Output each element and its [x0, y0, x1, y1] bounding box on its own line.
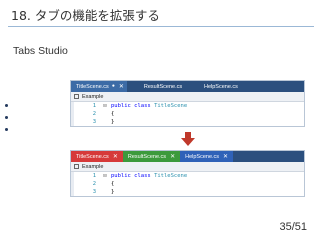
tab-label: HelpScene.cs: [204, 83, 238, 90]
tab-result-scene[interactable]: ResultScene.cs: [127, 81, 199, 92]
code-line[interactable]: 3 }: [71, 118, 304, 126]
nav-label: Example: [82, 163, 104, 170]
line-number: 3: [92, 189, 96, 195]
tab-bar: TitleScene.cs ✕ ResultScene.cs ✕ HelpSce…: [71, 151, 304, 162]
line-number: 3: [92, 119, 96, 125]
tab-label: ResultScene.cs: [127, 153, 167, 160]
tab-bar: TitleScene.cs ● ✕ ResultScene.cs HelpSce…: [71, 81, 304, 92]
code-text: }: [111, 189, 115, 195]
code-editor[interactable]: 1 ⊟ public class TitleScene 2 { 3 }: [71, 102, 304, 126]
before-editor-screenshot: TitleScene.cs ● ✕ ResultScene.cs HelpSce…: [70, 80, 305, 127]
code-line[interactable]: 2 {: [71, 180, 304, 188]
line-number: 1: [92, 173, 96, 179]
keyword: public class: [111, 103, 151, 109]
type-name: TitleScene: [154, 103, 188, 109]
type-name: TitleScene: [154, 173, 188, 179]
collapse-icon[interactable]: ⊟: [99, 103, 111, 109]
tab-help-scene[interactable]: HelpScene.cs ✕: [180, 151, 234, 162]
code-line[interactable]: 3 }: [71, 188, 304, 196]
class-icon: [74, 94, 79, 99]
collapse-icon[interactable]: ⊟: [99, 173, 111, 179]
tab-help-scene[interactable]: HelpScene.cs: [199, 81, 259, 92]
class-icon: [74, 164, 79, 169]
editor-margin: [71, 102, 74, 126]
bullet-dot: [5, 104, 8, 107]
line-number: 1: [92, 103, 96, 109]
code-editor[interactable]: 1 ⊟ public class TitleScene 2 { 3 }: [71, 172, 304, 196]
tab-label: HelpScene.cs: [185, 153, 220, 160]
slide-title: 18. タブの機能を拡張する: [11, 8, 160, 23]
close-icon[interactable]: ✕: [119, 84, 124, 90]
tab-label: TitleScene.cs: [76, 83, 109, 90]
nav-label: Example: [82, 93, 104, 100]
code-text: }: [111, 119, 115, 125]
tab-label: ResultScene.cs: [143, 83, 183, 90]
close-icon[interactable]: ✕: [223, 154, 228, 160]
code-text: {: [111, 111, 115, 117]
line-number: 2: [92, 111, 96, 117]
bullet-dot: [5, 116, 8, 119]
line-number: 2: [92, 181, 96, 187]
tab-result-scene[interactable]: ResultScene.cs ✕: [122, 151, 181, 162]
tab-label: TitleScene.cs: [76, 153, 109, 160]
keyword: public class: [111, 173, 151, 179]
code-text: {: [111, 181, 115, 187]
bullet-dots: [5, 104, 8, 140]
editor-margin: [71, 172, 74, 196]
title-divider: [8, 26, 314, 27]
navigation-bar[interactable]: Example: [71, 92, 304, 102]
close-icon[interactable]: ✕: [170, 154, 175, 160]
tab-title-scene[interactable]: TitleScene.cs ✕: [71, 151, 123, 162]
page-number: 35/51: [279, 221, 307, 233]
close-icon[interactable]: ✕: [113, 154, 118, 160]
navigation-bar[interactable]: Example: [71, 162, 304, 172]
code-line[interactable]: 2 {: [71, 110, 304, 118]
code-line[interactable]: 1 ⊟ public class TitleScene: [71, 172, 304, 180]
down-arrow-icon: [181, 132, 195, 146]
code-line[interactable]: 1 ⊟ public class TitleScene: [71, 102, 304, 110]
tab-title-scene[interactable]: TitleScene.cs ● ✕: [71, 81, 127, 92]
pin-icon[interactable]: ●: [112, 84, 115, 89]
after-editor-screenshot: TitleScene.cs ✕ ResultScene.cs ✕ HelpSce…: [70, 150, 305, 197]
slide-subtitle: Tabs Studio: [13, 45, 68, 57]
bullet-dot: [5, 128, 8, 131]
